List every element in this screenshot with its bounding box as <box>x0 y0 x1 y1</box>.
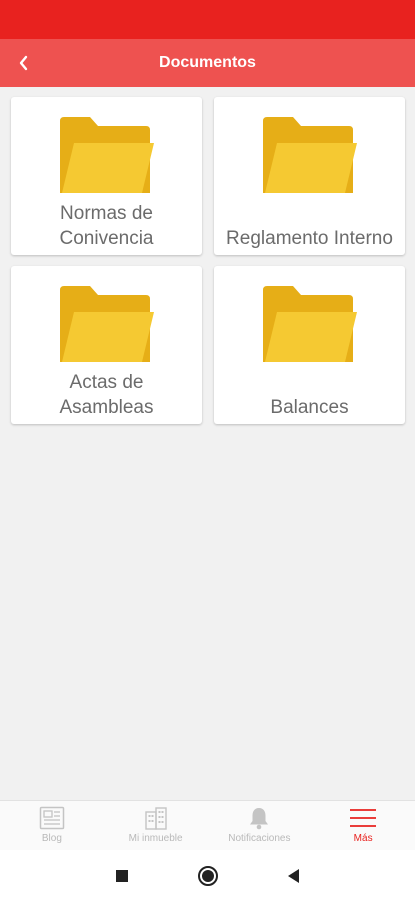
back-button[interactable] <box>10 51 38 75</box>
system-nav-bar <box>0 850 415 900</box>
folder-card-actas[interactable]: Actas de Asambleas <box>11 266 202 424</box>
nav-label: Notificaciones <box>228 833 291 844</box>
folder-icon <box>262 117 357 193</box>
nav-label: Mi inmueble <box>128 833 183 844</box>
folder-icon <box>262 286 357 362</box>
folder-card-reglamento[interactable]: Reglamento Interno <box>214 97 405 255</box>
folder-card-normas[interactable]: Normas de Conivencia <box>11 97 202 255</box>
folder-label: Reglamento Interno <box>226 228 393 249</box>
status-bar <box>0 0 415 39</box>
folder-label: Normas de Conivencia <box>59 203 154 249</box>
nav-item-notificaciones[interactable]: Notificaciones <box>208 801 312 850</box>
bell-icon <box>250 808 269 830</box>
back-triangle-icon <box>288 869 299 883</box>
building-icon <box>144 807 167 830</box>
back-nav-button[interactable] <box>283 866 303 886</box>
app-bar: Documentos <box>0 39 415 87</box>
nav-item-blog[interactable]: Blog <box>0 801 104 850</box>
nav-item-mas[interactable]: Más <box>311 801 415 850</box>
folder-icon <box>59 117 154 193</box>
chevron-left-icon <box>19 55 28 71</box>
recents-button[interactable] <box>113 867 131 885</box>
folder-card-balances[interactable]: Balances <box>214 266 405 424</box>
bottom-nav: Blog Mi inmueble Notificaciones Más <box>0 800 415 850</box>
home-circle-icon <box>198 866 218 886</box>
home-button[interactable] <box>196 864 220 888</box>
folder-label: Actas de Asambleas <box>59 372 154 418</box>
folder-label: Balances <box>270 397 349 418</box>
nav-item-mi-inmueble[interactable]: Mi inmueble <box>104 801 208 850</box>
menu-icon <box>350 809 377 827</box>
folder-icon <box>59 286 154 362</box>
recents-square-icon <box>116 870 128 882</box>
folder-grid: Normas de Conivencia Reglamento Interno … <box>11 97 405 424</box>
nav-label: Blog <box>41 833 62 844</box>
page-title: Documentos <box>159 54 256 71</box>
newspaper-icon <box>39 806 65 830</box>
nav-label: Más <box>353 833 373 844</box>
